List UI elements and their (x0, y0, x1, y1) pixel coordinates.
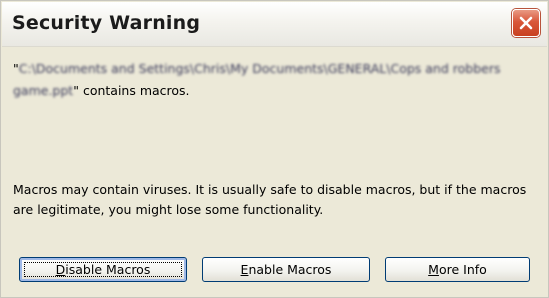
dialog-title: Security Warning (12, 12, 201, 34)
title-bar[interactable]: Security Warning (2, 2, 547, 47)
warning-text: Macros may contain viruses. It is usuall… (13, 182, 527, 217)
close-button[interactable] (512, 9, 540, 37)
focus-rectangle (24, 262, 182, 277)
enable-macros-button[interactable]: Enable Macros (202, 257, 370, 282)
more-info-button[interactable]: More Info (385, 257, 530, 282)
more-info-label: More Info (428, 262, 487, 277)
close-icon (519, 16, 533, 30)
message-suffix: " contains macros. (73, 83, 190, 98)
disable-macros-button[interactable]: Disable Macros (19, 257, 187, 282)
enable-macros-label: Enable Macros (240, 262, 332, 277)
macro-message: "C:\Documents and Settings\Chris\My Docu… (13, 58, 538, 102)
open-quote: " (13, 61, 19, 76)
security-warning-dialog: Security Warning "C:\Documents and Setti… (0, 0, 549, 298)
